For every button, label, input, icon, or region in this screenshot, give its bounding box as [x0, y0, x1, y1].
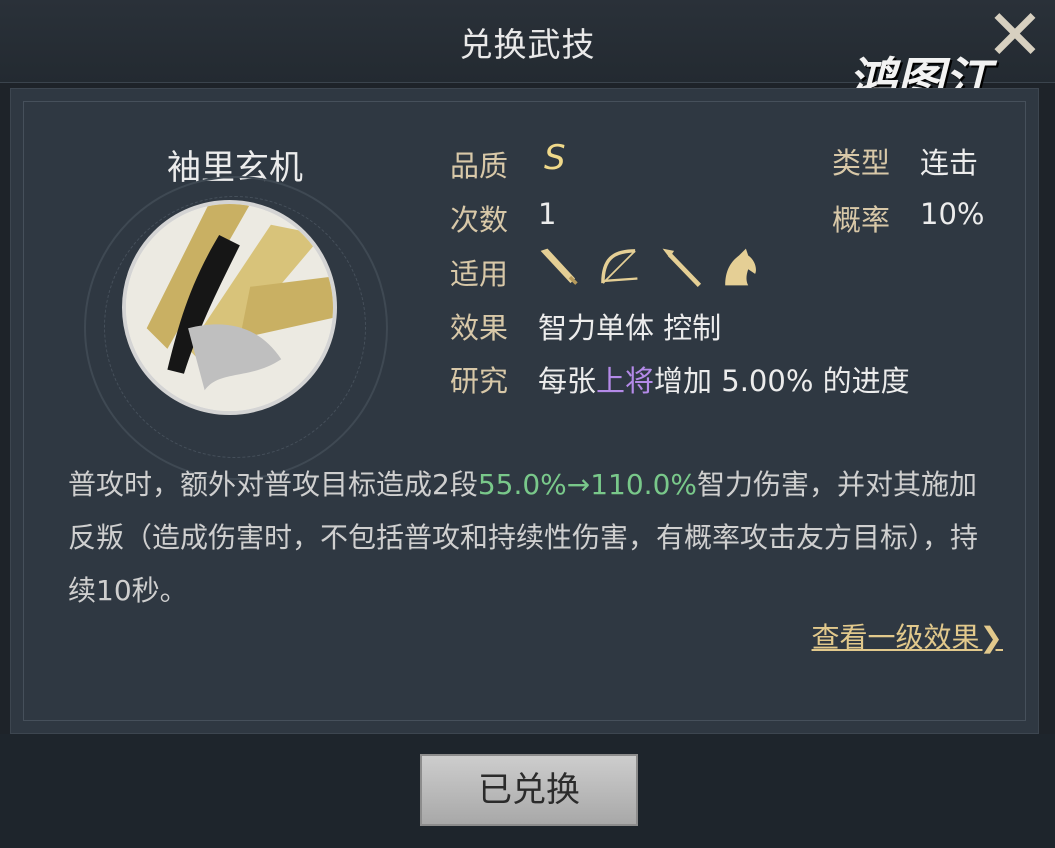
description-part1: 普攻时，额外对普攻目标造成2段	[68, 468, 478, 501]
horse-icon	[716, 244, 762, 290]
rate-label: 概率	[832, 203, 891, 237]
blade-icon	[536, 244, 582, 290]
applicable-label: 适用	[450, 257, 509, 291]
research-highlight: 上将	[596, 364, 655, 398]
rate-value: 10%	[920, 197, 985, 231]
skill-description: 普攻时，额外对普攻目标造成2段55.0%→110.0%智力伤害，并对其施加反叛（…	[68, 458, 988, 617]
description-highlight: 55.0%→110.0%	[477, 468, 698, 501]
bow-icon	[596, 244, 642, 290]
type-value: 连击	[920, 146, 979, 180]
count-label: 次数	[450, 203, 509, 237]
skill-portrait-icon	[122, 200, 337, 415]
effect-value: 智力单体 控制	[538, 311, 722, 345]
spear-icon	[658, 244, 704, 290]
quality-grade: S	[544, 138, 566, 178]
quality-label: 品质	[450, 149, 509, 183]
research-value: 每张上将增加 5.00% 的进度	[538, 358, 910, 400]
count-value: 1	[538, 197, 557, 231]
research-prefix: 每张	[538, 364, 597, 398]
research-suffix: 增加 5.00% 的进度	[654, 364, 910, 398]
research-label: 研究	[450, 364, 509, 398]
type-label: 类型	[832, 146, 891, 180]
view-level1-effect-link[interactable]: 查看一级效果❯	[812, 616, 1003, 656]
effect-label: 效果	[450, 311, 509, 345]
redeemed-button[interactable]: 已兑换	[420, 754, 638, 826]
